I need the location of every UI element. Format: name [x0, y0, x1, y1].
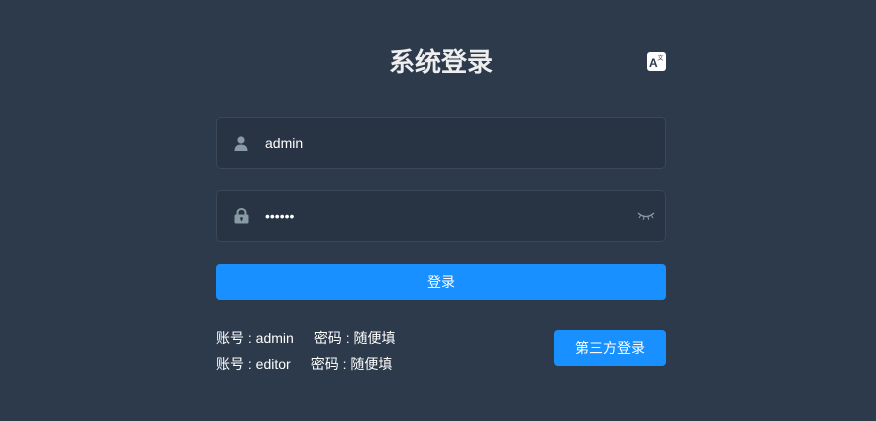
- page-title: 系统登录: [388, 47, 493, 77]
- user-icon: [232, 134, 250, 152]
- third-party-login-button[interactable]: 第三方登录: [554, 330, 666, 366]
- lock-icon: [232, 207, 250, 225]
- tip-account: 账号 : admin: [216, 330, 294, 346]
- svg-text:文: 文: [658, 54, 664, 62]
- tip-account: 账号 : editor: [216, 356, 291, 372]
- tip-password: 密码 : 随便填: [313, 330, 396, 346]
- language-switch-button[interactable]: A 文: [647, 52, 666, 71]
- tip-password: 密码 : 随便填: [310, 356, 393, 372]
- tip-row-editor: 账号 : editor 密码 : 随便填: [216, 355, 392, 373]
- password-input[interactable]: [265, 191, 625, 241]
- translate-icon: A 文: [649, 54, 664, 70]
- eye-closed-icon[interactable]: [637, 209, 655, 223]
- login-button[interactable]: 登录: [216, 264, 666, 300]
- username-field: [216, 117, 666, 169]
- tip-row-admin: 账号 : admin 密码 : 随便填: [216, 329, 395, 347]
- username-input[interactable]: [265, 118, 625, 168]
- login-form: 系统登录 A 文 admin 登录 账号: admin 密码: 随便填 账号…: [0, 0, 876, 421]
- password-field: [216, 190, 666, 242]
